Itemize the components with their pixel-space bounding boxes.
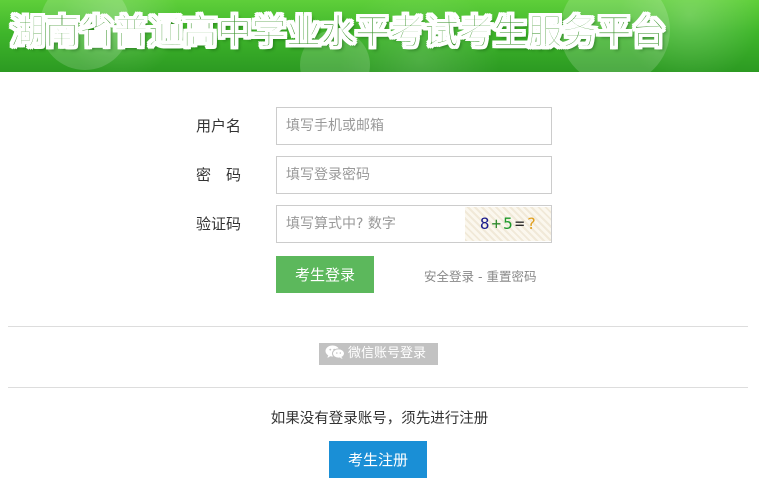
username-label: 用户名 <box>196 117 242 135</box>
captcha-char: 5 <box>503 214 513 233</box>
captcha-char: 8 <box>479 214 490 233</box>
captcha-image[interactable]: 8 +5 =? <box>465 207 551 241</box>
captcha-label: 验证码 <box>196 215 242 233</box>
page-title: 湖南省普通高中学业水平考试考生服务平台 <box>10 13 667 54</box>
captcha-char: = <box>514 214 525 233</box>
secure-login-link[interactable]: 安全登录 <box>424 269 474 284</box>
divider <box>8 326 748 327</box>
captcha-char: + <box>491 214 502 233</box>
password-label: 密 码 <box>196 166 242 184</box>
captcha-char: ? <box>526 214 537 233</box>
reset-password-link[interactable]: 重置密码 <box>487 269 537 284</box>
username-input[interactable] <box>276 107 552 145</box>
wechat-login-label: 微信账号登录 <box>348 346 427 361</box>
divider <box>8 387 748 388</box>
wechat-login-button[interactable]: 微信账号登录 <box>319 343 438 365</box>
register-button[interactable]: 考生注册 <box>329 441 427 478</box>
login-aux-links: 安全登录 - 重置密码 <box>424 266 537 285</box>
register-note: 如果没有登录账号，须先进行注册 <box>270 411 489 427</box>
password-input[interactable] <box>276 156 552 194</box>
login-button[interactable]: 考生登录 <box>276 256 374 293</box>
wechat-icon <box>325 345 345 359</box>
link-separator: - <box>478 269 483 284</box>
header-banner: 湖南省普通高中学业水平考试考生服务平台 <box>0 0 759 72</box>
